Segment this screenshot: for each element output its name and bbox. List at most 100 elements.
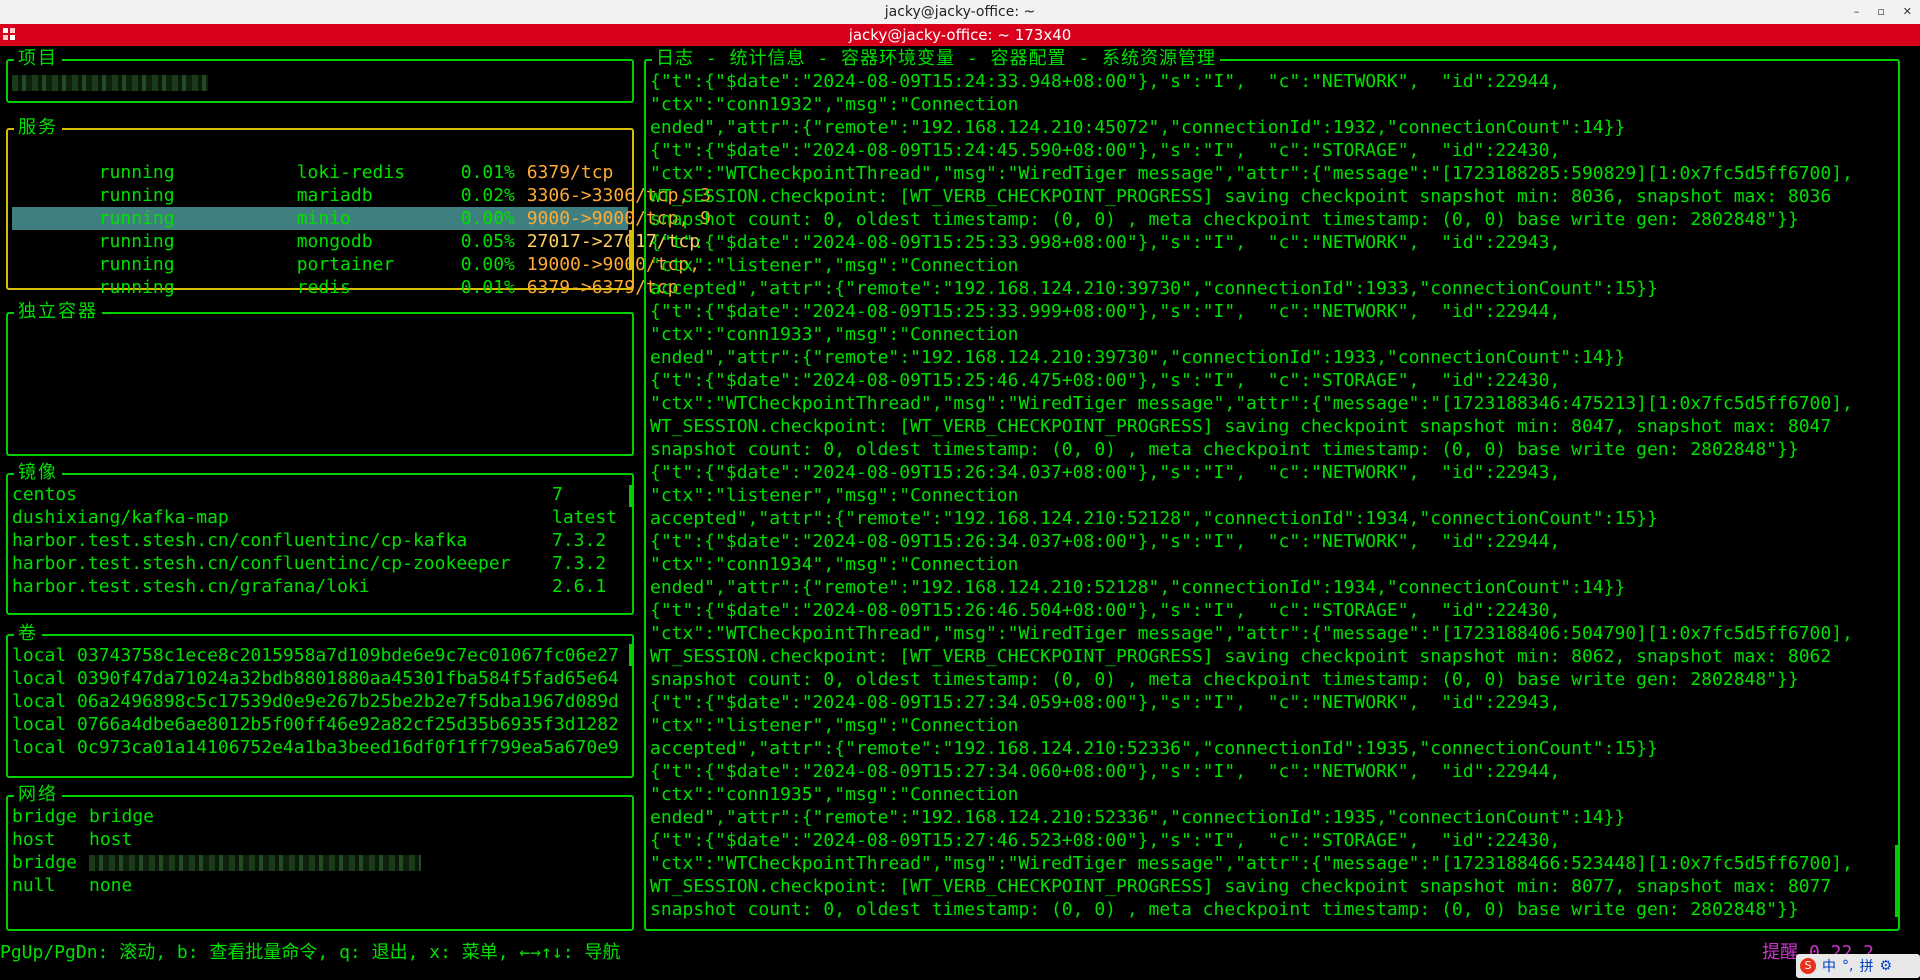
- terminal-screen: 项目 服务 running loki-redis 0.01% 6379/tcp run…: [0, 46, 1920, 980]
- project-panel[interactable]: 项目: [6, 48, 634, 103]
- status-bar-help: PgUp/PgDn: 滚动, b: 查看批量命令, q: 退出, x: 菜单, …: [0, 942, 621, 963]
- volume-row[interactable]: local 06a2496898c5c17539d0e9e267b25be2b2…: [12, 690, 628, 713]
- image-row[interactable]: harbor.test.stesh.cn/grafana/loki 2.6.1: [12, 575, 628, 598]
- log-line: accepted","attr":{"remote":"192.168.124.…: [650, 278, 1658, 299]
- volume-row[interactable]: local 0c973ca01a14106752e4a1ba3beed16df0…: [12, 736, 628, 759]
- log-line: snapshot count: 0, oldest timestamp: (0,…: [650, 209, 1799, 230]
- service-name: portainer: [296, 254, 395, 275]
- log-line: "ctx":"conn1934","msg":"Connection: [650, 554, 1019, 575]
- image-row[interactable]: harbor.test.stesh.cn/confluentinc/cp-kaf…: [12, 529, 628, 552]
- service-name: redis: [296, 277, 351, 298]
- minimize-icon[interactable]: –: [1854, 0, 1860, 24]
- service-cpu: 0.01%: [460, 277, 515, 298]
- log-line: {"t":{"$date":"2024-08-09T15:24:33.948+0…: [650, 71, 1561, 92]
- service-cpu: 0.00%: [460, 208, 515, 229]
- service-name: mariadb: [296, 185, 373, 206]
- service-state: running: [98, 185, 175, 206]
- image-tag: 7.3.2: [552, 553, 607, 574]
- log-line: {"t":{"$date":"2024-08-09T15:24:45.590+0…: [650, 140, 1561, 161]
- service-state: running: [98, 162, 175, 183]
- terminal-titlebar: jacky@jacky-office: ~ 173x40: [0, 24, 1920, 46]
- images-panel[interactable]: 镜像 centos 7 dushixiang/kafka-map latest ha…: [6, 462, 634, 615]
- image-row[interactable]: centos 7: [12, 483, 628, 506]
- image-name: harbor.test.stesh.cn/confluentinc/cp-zoo…: [12, 553, 511, 574]
- image-tag: latest: [552, 507, 618, 528]
- log-panel-tabs[interactable]: 日志 - 统计信息 - 容器环境变量 - 容器配置 - 系统资源管理: [652, 48, 1221, 70]
- log-line: {"t":{"$date":"2024-08-09T15:25:33.999+0…: [650, 301, 1561, 322]
- log-line: accepted","attr":{"remote":"192.168.124.…: [650, 508, 1658, 529]
- network-name: host: [89, 829, 133, 850]
- log-line: {"t":{"$date":"2024-08-09T15:27:34.059+0…: [650, 692, 1561, 713]
- volume-row[interactable]: local 0390f47da71024a32bdb8801880aa45301…: [12, 667, 628, 690]
- network-row[interactable]: host host: [12, 828, 628, 851]
- input-method-tray[interactable]: S 中 °, 拼 ⚙: [1796, 954, 1920, 978]
- service-cpu: 0.05%: [460, 231, 515, 252]
- log-line: {"t":{"$date":"2024-08-09T15:26:34.037+0…: [650, 531, 1561, 552]
- service-state: running: [98, 208, 175, 229]
- volume-row[interactable]: local 03743758c1ece8c2015958a7d109bde6e9…: [12, 644, 628, 667]
- panel-title: 项目: [14, 48, 62, 70]
- log-line: WT_SESSION.checkpoint: [WT_VERB_CHECKPOI…: [650, 186, 1832, 207]
- service-state: running: [98, 277, 175, 298]
- log-panel[interactable]: 日志 - 统计信息 - 容器环境变量 - 容器配置 - 系统资源管理 {"t":…: [644, 48, 1900, 931]
- panel-title: 服务: [14, 117, 62, 139]
- service-name: minio: [296, 208, 351, 229]
- network-driver: bridge: [12, 852, 78, 873]
- network-driver: host: [12, 829, 56, 850]
- networks-panel[interactable]: 网络 bridge bridge host host bridge null none: [6, 784, 634, 931]
- chinese-mode-icon[interactable]: 中: [1822, 956, 1836, 976]
- project-name-redacted: [12, 75, 208, 91]
- service-state: running: [98, 254, 175, 275]
- log-scrollbar[interactable]: [1895, 845, 1900, 917]
- sogou-logo-icon[interactable]: S: [1800, 958, 1816, 974]
- services-panel[interactable]: 服务 running loki-redis 0.01% 6379/tcp runnin…: [6, 117, 711, 298]
- log-line: accepted","attr":{"remote":"192.168.124.…: [650, 738, 1658, 759]
- maximize-icon[interactable]: ▫: [1877, 0, 1884, 24]
- network-row[interactable]: bridge bridge: [12, 805, 628, 828]
- log-line: "ctx":"WTCheckpointThread","msg":"WiredT…: [650, 853, 1853, 874]
- log-line: "ctx":"conn1933","msg":"Connection: [650, 324, 1019, 345]
- network-name-redacted: [89, 855, 421, 871]
- image-tag: 7.3.2: [552, 530, 607, 551]
- network-driver: null: [12, 875, 56, 896]
- service-name: loki-redis: [296, 162, 406, 183]
- image-name: harbor.test.stesh.cn/confluentinc/cp-kaf…: [12, 530, 468, 551]
- terminal-menu-icon[interactable]: [3, 28, 15, 40]
- service-row[interactable]: running loki-redis 0.01% 6379/tcp: [12, 138, 628, 183]
- images-scrollbar[interactable]: [629, 485, 634, 507]
- log-line: {"t":{"$date":"2024-08-09T15:27:46.523+0…: [650, 830, 1561, 851]
- volume-row[interactable]: local 0766a4dbe6ae8012b5f00ff46e92a82cf2…: [12, 713, 628, 736]
- network-row[interactable]: null none: [12, 874, 628, 897]
- close-icon[interactable]: ✕: [1903, 0, 1912, 24]
- panel-title: 卷: [14, 623, 42, 645]
- log-line: "ctx":"listener","msg":"Connection: [650, 255, 1019, 276]
- settings-icon[interactable]: ⚙: [1879, 958, 1892, 974]
- log-content: {"t":{"$date":"2024-08-09T15:24:33.948+0…: [646, 70, 1898, 921]
- service-name: mongodb: [296, 231, 373, 252]
- services-scrollbar[interactable]: [629, 230, 634, 270]
- os-window-title: jacky@jacky-office: ~: [884, 4, 1036, 20]
- panel-title: 镜像: [14, 462, 62, 484]
- service-cpu: 0.02%: [460, 185, 515, 206]
- volumes-scrollbar[interactable]: [629, 644, 634, 666]
- volumes-panel[interactable]: 卷 local 03743758c1ece8c2015958a7d109bde6…: [6, 623, 634, 778]
- image-name: dushixiang/kafka-map: [12, 507, 229, 528]
- pinyin-icon[interactable]: 拼: [1859, 956, 1873, 976]
- log-line: ended","attr":{"remote":"192.168.124.210…: [650, 347, 1626, 368]
- log-line: "ctx":"WTCheckpointThread","msg":"WiredT…: [650, 163, 1853, 184]
- log-line: "ctx":"conn1932","msg":"Connection: [650, 94, 1019, 115]
- terminal-title: jacky@jacky-office: ~ 173x40: [848, 26, 1072, 44]
- image-row[interactable]: dushixiang/kafka-map latest: [12, 506, 628, 529]
- image-tag: 7: [552, 484, 563, 505]
- image-row[interactable]: harbor.test.stesh.cn/confluentinc/cp-zoo…: [12, 552, 628, 575]
- log-line: ended","attr":{"remote":"192.168.124.210…: [650, 807, 1626, 828]
- window-controls: – ▫ ✕: [1854, 0, 1912, 24]
- log-line: "ctx":"listener","msg":"Connection: [650, 715, 1019, 736]
- punctuation-icon[interactable]: °,: [1842, 958, 1853, 974]
- panel-title: 独立容器: [14, 301, 102, 323]
- standalone-containers-panel[interactable]: 独立容器: [6, 301, 634, 456]
- log-line: ended","attr":{"remote":"192.168.124.210…: [650, 117, 1626, 138]
- log-line: {"t":{"$date":"2024-08-09T15:27:34.060+0…: [650, 761, 1561, 782]
- log-line: WT_SESSION.checkpoint: [WT_VERB_CHECKPOI…: [650, 416, 1832, 437]
- network-row[interactable]: bridge: [12, 851, 628, 874]
